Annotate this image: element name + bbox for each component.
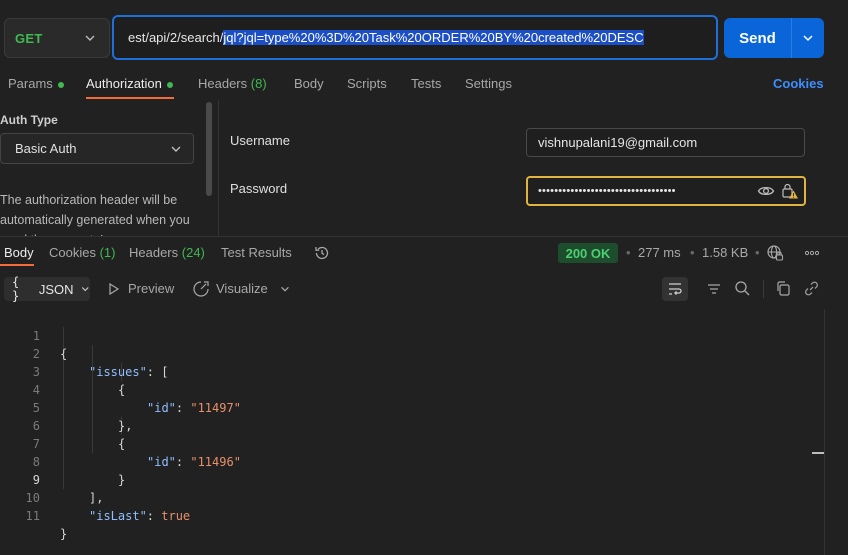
code-line: 2 "issues": [ (0, 327, 810, 379)
tab-response-cookies[interactable]: Cookies (1) (49, 245, 115, 260)
chevron-down-icon[interactable] (279, 283, 291, 295)
search-icon[interactable] (734, 280, 751, 297)
code-scrollbar-marker (812, 452, 824, 454)
password-label: Password (230, 181, 288, 196)
auth-description: The authorization header will be automat… (0, 193, 190, 236)
network-globe-icon[interactable] (766, 244, 784, 262)
code-scrollbar-track[interactable] (824, 309, 825, 555)
chevron-down-icon (85, 35, 95, 41)
chevron-down-icon (803, 35, 813, 42)
eye-icon[interactable] (757, 183, 775, 199)
tab-response-headers[interactable]: Headers (24) (129, 245, 205, 260)
tab-body[interactable]: Body (294, 76, 324, 91)
panel-divider (218, 100, 219, 236)
url-text-selected: jql?jql=type%20%3D%20Task%20ORDER%20BY%2… (223, 30, 644, 45)
code-line: 7 "id": "11496" (0, 417, 810, 469)
tab-headers-label: Headers (198, 76, 248, 91)
format-value: JSON (38, 281, 74, 297)
braces-icon: { } (12, 275, 20, 303)
code-line: 1 { (0, 309, 810, 361)
send-button[interactable]: Send (724, 30, 791, 47)
chevron-down-icon (171, 146, 181, 152)
history-icon[interactable] (313, 244, 331, 262)
chevron-down-icon (81, 287, 89, 292)
code-line: 4 "id": "11497" (0, 363, 810, 415)
code-line: 6 { (0, 399, 810, 451)
params-indicator-dot (57, 81, 64, 88)
headers-count: (8) (250, 76, 267, 91)
tab-tests[interactable]: Tests (411, 76, 441, 91)
wrap-lines-button[interactable] (662, 277, 688, 301)
toolbar-divider (763, 280, 764, 298)
more-options-icon[interactable] (803, 246, 821, 260)
send-options-button[interactable] (792, 31, 824, 45)
method-label: GET (15, 30, 43, 46)
format-select[interactable]: { } JSON (4, 275, 90, 303)
tab-params[interactable]: Params (8, 76, 64, 91)
tab-scripts[interactable]: Scripts (347, 76, 387, 91)
play-icon (109, 282, 120, 296)
auth-type-label: Auth Type (0, 113, 58, 127)
code-line: 11 } (0, 489, 810, 541)
link-icon[interactable] (803, 280, 820, 297)
response-tab-underline (0, 264, 34, 266)
send-button-group[interactable]: Send (724, 18, 824, 58)
response-headers-count: (24) (181, 245, 205, 260)
code-line: 9 ], (0, 453, 810, 505)
tab-response-cookies-label: Cookies (49, 245, 96, 260)
filter-icon[interactable] (706, 281, 722, 297)
copy-icon[interactable] (775, 280, 792, 297)
username-input[interactable]: vishnupalani19@gmail.com (526, 128, 805, 157)
line-number: 11 (25, 509, 40, 523)
tab-params-label: Params (8, 76, 53, 91)
response-size[interactable]: 1.58 KB (702, 245, 748, 260)
tab-test-results[interactable]: Test Results (221, 245, 292, 260)
url-input[interactable]: est/api/2/search/jql?jql=type%20%3D%20Ta… (112, 15, 718, 60)
tab-response-headers-label: Headers (129, 245, 179, 260)
request-tabs: Params Authorization Headers (8) Body Sc… (0, 70, 848, 100)
wrap-lines-icon (669, 283, 682, 295)
code-line: 8 } (0, 435, 810, 487)
meta-separator: • (690, 245, 695, 260)
password-value: •••••••••••••••••••••••••••••••••• (538, 185, 676, 197)
lock-warning-icon[interactable] (781, 182, 799, 200)
visualize-icon (193, 281, 209, 297)
code-line: 5 }, (0, 381, 810, 433)
visualize-button[interactable]: Visualize (216, 281, 268, 296)
tab-response-body[interactable]: Body (4, 245, 34, 260)
code-line: 3 { (0, 345, 810, 397)
code-line: 10 "isLast": true (0, 471, 810, 523)
preview-button[interactable]: Preview (128, 281, 174, 296)
auth-type-select[interactable]: Basic Auth (0, 133, 194, 164)
cookies-link[interactable]: Cookies (773, 76, 824, 91)
active-tab-underline (86, 97, 174, 99)
meta-separator: • (755, 245, 760, 260)
auth-scrollbar[interactable] (206, 102, 212, 196)
method-select[interactable]: GET (4, 18, 110, 58)
auth-type-value: Basic Auth (15, 141, 77, 156)
url-text-prefix: est/api/2/search/ (128, 30, 224, 45)
meta-separator: • (626, 245, 631, 260)
code-text: "isLast": true (89, 509, 191, 523)
tab-authorization-label: Authorization (86, 76, 162, 91)
response-time[interactable]: 277 ms (638, 245, 681, 260)
username-label: Username (230, 133, 290, 148)
response-divider (0, 236, 848, 237)
response-cookies-count: (1) (99, 245, 116, 260)
code-text: } (60, 527, 68, 541)
tab-headers[interactable]: Headers (8) (198, 76, 267, 91)
tab-authorization[interactable]: Authorization (86, 76, 173, 91)
username-value: vishnupalani19@gmail.com (538, 135, 698, 150)
authorization-indicator-dot (166, 81, 173, 88)
tab-settings[interactable]: Settings (465, 76, 512, 91)
status-badge[interactable]: 200 OK (558, 243, 618, 263)
response-code-view[interactable]: 1 { 2 "issues": [ 3 { 4 "id": "11497" 5 … (0, 309, 810, 541)
